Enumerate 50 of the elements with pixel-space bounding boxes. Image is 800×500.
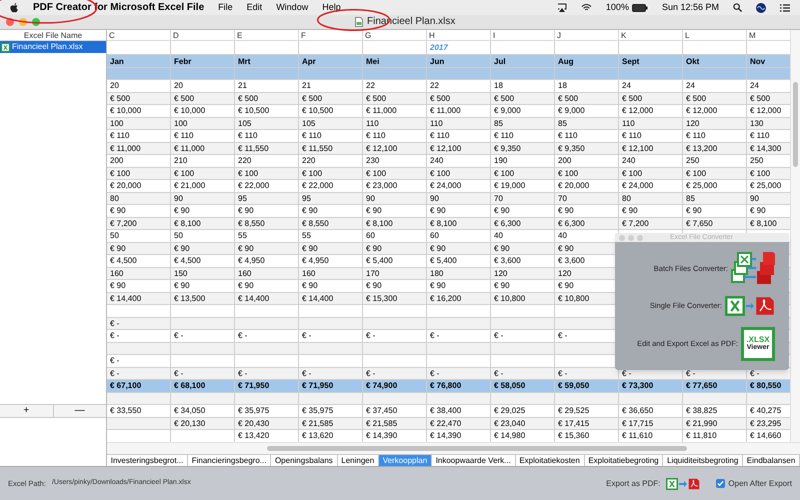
apple-icon[interactable] bbox=[10, 2, 19, 12]
sheet-tab[interactable]: Inkoopwaarde Verk... bbox=[432, 455, 516, 466]
sheet-tab[interactable]: Exploitatiebegroting bbox=[584, 455, 664, 466]
column-letter: H bbox=[429, 31, 435, 40]
vertical-scrollbar[interactable] bbox=[790, 30, 800, 442]
column-letter: G bbox=[365, 31, 372, 40]
clock[interactable]: Sun 12:56 PM bbox=[662, 0, 719, 14]
spreadsheet-icon bbox=[666, 478, 678, 490]
column-letter: I bbox=[493, 31, 496, 40]
airplay-icon[interactable] bbox=[556, 3, 567, 12]
spreadsheet-icon bbox=[725, 296, 745, 316]
column-letter: K bbox=[621, 31, 626, 40]
column-letter: M bbox=[749, 31, 756, 40]
menu-item[interactable]: Window bbox=[276, 0, 308, 14]
wifi-icon[interactable] bbox=[580, 3, 592, 12]
remove-button[interactable]: — bbox=[54, 405, 106, 417]
export-label: Export as PDF: bbox=[606, 478, 660, 490]
document-icon bbox=[355, 17, 363, 27]
column-letter: J bbox=[557, 31, 561, 40]
menu-item[interactable]: File bbox=[218, 0, 233, 14]
siri-icon[interactable] bbox=[756, 2, 766, 12]
pdf-icon bbox=[688, 478, 700, 490]
add-button[interactable]: + bbox=[0, 405, 54, 417]
checkbox[interactable] bbox=[716, 479, 726, 488]
sheet-tab[interactable]: Leningen bbox=[338, 455, 379, 466]
sheet-tab[interactable]: Financieringsbegro... bbox=[188, 455, 272, 466]
sheet-tab[interactable]: Liquiditeitsbegroting bbox=[663, 455, 744, 466]
arrow-icon bbox=[679, 480, 688, 486]
sheet-tab[interactable]: Investeringsbegrot... bbox=[107, 455, 188, 466]
pdf-icon bbox=[755, 296, 775, 316]
column-letter: E bbox=[237, 31, 242, 40]
column-letter: L bbox=[685, 31, 690, 40]
horizontal-scrollbar[interactable] bbox=[107, 442, 800, 454]
checkbox-label: Open After Export bbox=[728, 478, 792, 490]
battery-percentage: 100% bbox=[606, 0, 629, 14]
menu-item[interactable]: Help bbox=[322, 0, 341, 14]
batch-convert-icon[interactable] bbox=[731, 251, 775, 286]
list-icon[interactable] bbox=[780, 4, 790, 12]
sheet-tab[interactable]: Openingsbalans bbox=[271, 455, 338, 466]
column-letter: F bbox=[301, 31, 306, 40]
column-letter: C bbox=[109, 31, 115, 40]
sheet-tab[interactable]: Eindbalansen bbox=[743, 455, 800, 466]
sidebar-item[interactable]: Financieel Plan.xlsx bbox=[0, 41, 106, 53]
sheet-tab[interactable]: Exploitatiekosten bbox=[516, 455, 585, 466]
export-pdf-button[interactable] bbox=[666, 478, 700, 490]
menu-item[interactable]: Edit bbox=[246, 0, 262, 14]
arrow-icon bbox=[746, 302, 754, 309]
battery-icon[interactable] bbox=[632, 4, 648, 12]
column-letter: D bbox=[173, 31, 179, 40]
search-icon[interactable] bbox=[733, 3, 742, 12]
